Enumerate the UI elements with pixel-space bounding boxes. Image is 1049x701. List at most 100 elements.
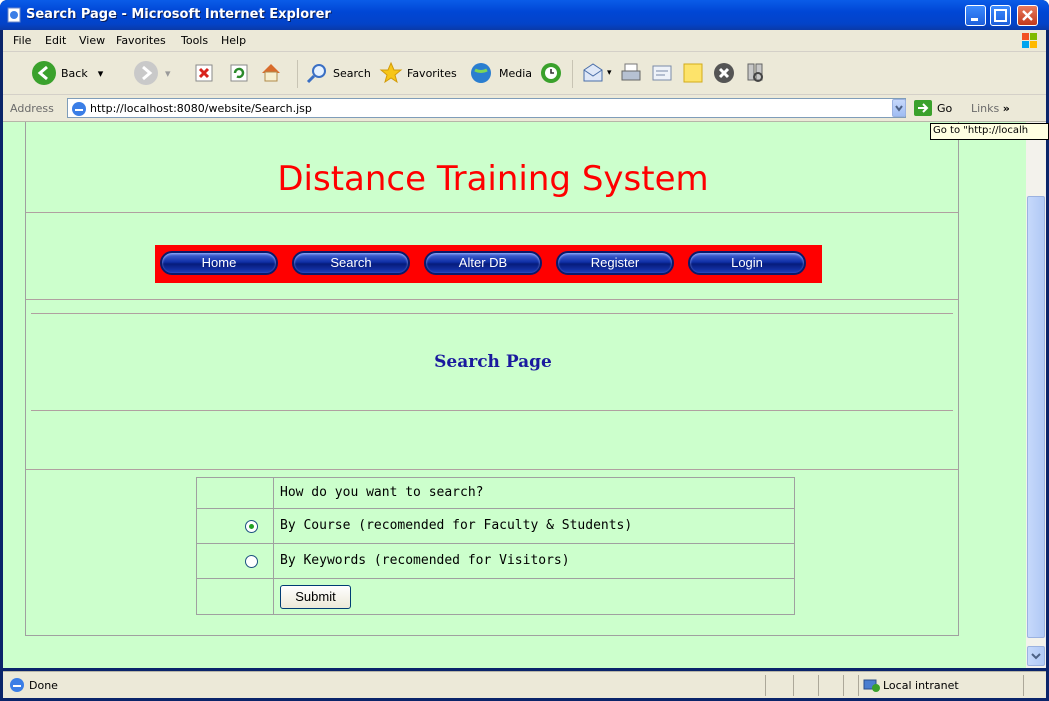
mail-icon: [583, 63, 603, 82]
ie-page-icon: [7, 7, 21, 23]
refresh-button[interactable]: [228, 59, 250, 87]
search-question: How do you want to search?: [280, 485, 484, 500]
print-button[interactable]: [619, 59, 643, 87]
scroll-down-button[interactable]: [1027, 646, 1045, 666]
messenger-icon: [714, 63, 734, 83]
nav-home-button[interactable]: Home: [160, 251, 278, 275]
home-icon: [262, 64, 280, 82]
status-separator: [765, 675, 766, 696]
favorites-star-icon: [379, 61, 403, 84]
security-zone: Local intranet: [883, 679, 959, 692]
status-separator: [843, 675, 844, 696]
table-row: Submit: [197, 579, 794, 614]
status-text: Done: [29, 679, 58, 692]
go-arrow-icon: [914, 100, 932, 116]
divider: [31, 313, 953, 314]
address-label: Address: [10, 102, 54, 115]
history-button[interactable]: [539, 59, 563, 87]
by-keywords-radio[interactable]: [245, 555, 258, 568]
maximize-button[interactable]: [990, 5, 1011, 26]
table-row: By Course (recomended for Faculty & Stud…: [197, 509, 794, 544]
page-heading: Search Page: [434, 352, 552, 372]
menu-bar: File Edit View Favorites Tools Help: [3, 30, 1046, 52]
minimize-icon: [971, 18, 978, 21]
page-frame: Distance Training System Home Search Alt…: [25, 122, 959, 636]
forward-button[interactable]: ▾: [133, 59, 171, 87]
status-separator: [793, 675, 794, 696]
menu-tools[interactable]: Tools: [181, 34, 208, 47]
media-icon: [471, 63, 491, 83]
menu-help[interactable]: Help: [221, 34, 246, 47]
note-icon: [683, 63, 703, 83]
mail-dropdown-icon[interactable]: ▾: [607, 68, 612, 78]
back-button[interactable]: Back ▾: [31, 59, 103, 87]
table-cell: [197, 544, 274, 578]
divider: [26, 469, 958, 470]
home-button[interactable]: [259, 59, 283, 87]
page-content: Distance Training System Home Search Alt…: [3, 122, 1026, 668]
back-dropdown-icon[interactable]: ▾: [98, 67, 104, 80]
edit-button[interactable]: [650, 59, 674, 87]
table-row: How do you want to search?: [197, 478, 794, 509]
ie-page-icon: [10, 678, 24, 692]
address-bar: Address http://localhost:8080/website/Se…: [3, 95, 1046, 122]
toolbar: Back ▾ ▾ Search Favorites Media ▾: [3, 52, 1046, 95]
status-separator: [858, 675, 859, 696]
by-course-radio[interactable]: [245, 520, 258, 533]
go-button[interactable]: Go: [913, 98, 963, 118]
favorites-label: Favorites: [407, 66, 457, 80]
links-toolbar[interactable]: Links »: [971, 102, 1010, 115]
history-icon: [541, 63, 561, 83]
forward-arrow-icon: [134, 61, 158, 85]
table-cell: [197, 579, 274, 614]
by-keywords-label[interactable]: By Keywords (recomended for Visitors): [280, 553, 570, 568]
print-icon: [621, 63, 641, 81]
media-button[interactable]: Media: [469, 59, 532, 87]
submit-button[interactable]: Submit: [280, 585, 351, 609]
research-button[interactable]: [743, 59, 767, 87]
nav-alter-db-button[interactable]: Alter DB: [424, 251, 542, 275]
vertical-scrollbar[interactable]: [1026, 122, 1046, 668]
search-button[interactable]: Search: [305, 59, 371, 87]
menu-file[interactable]: File: [13, 34, 31, 47]
nav-search-button[interactable]: Search: [292, 251, 410, 275]
nav-login-button[interactable]: Login: [688, 251, 806, 275]
windows-logo-icon: [1022, 33, 1037, 48]
menu-edit[interactable]: Edit: [45, 34, 66, 47]
refresh-icon: [230, 64, 248, 82]
discuss-button[interactable]: [681, 59, 705, 87]
toolbar-separator: [572, 60, 573, 88]
close-button[interactable]: [1017, 5, 1038, 26]
window-title: Search Page - Microsoft Internet Explore…: [26, 7, 331, 22]
toolbar-separator: [297, 60, 298, 88]
by-course-label[interactable]: By Course (recomended for Faculty & Stud…: [280, 518, 632, 533]
menu-favorites[interactable]: Favorites: [116, 34, 166, 47]
chevron-down-icon: [895, 105, 903, 112]
table-row: By Keywords (recomended for Visitors): [197, 544, 794, 579]
address-dropdown-button[interactable]: [892, 99, 906, 117]
favorites-button[interactable]: Favorites: [379, 59, 457, 87]
back-arrow-icon: [32, 61, 56, 85]
status-separator: [1023, 675, 1024, 696]
scrollbar-thumb[interactable]: [1027, 196, 1045, 638]
status-separator: [818, 675, 819, 696]
menu-view[interactable]: View: [79, 34, 105, 47]
research-icon: [747, 63, 763, 82]
chevron-down-icon: [1031, 653, 1041, 660]
table-cell: [197, 478, 274, 508]
mail-button[interactable]: ▾: [581, 59, 612, 87]
divider: [31, 410, 953, 411]
go-tooltip: Go to "http://localh: [930, 123, 1049, 140]
go-label: Go: [937, 101, 953, 115]
search-icon: [306, 64, 326, 84]
address-input[interactable]: http://localhost:8080/website/Search.jsp: [67, 98, 906, 118]
maximize-icon: [994, 9, 1007, 22]
local-intranet-icon: [863, 679, 880, 692]
nav-register-button[interactable]: Register: [556, 251, 674, 275]
links-label: Links: [971, 102, 1000, 115]
stop-button[interactable]: [193, 59, 215, 87]
forward-dropdown-icon[interactable]: ▾: [165, 67, 171, 80]
messenger-button[interactable]: [712, 59, 736, 87]
divider: [26, 212, 958, 213]
minimize-button[interactable]: [965, 5, 986, 26]
